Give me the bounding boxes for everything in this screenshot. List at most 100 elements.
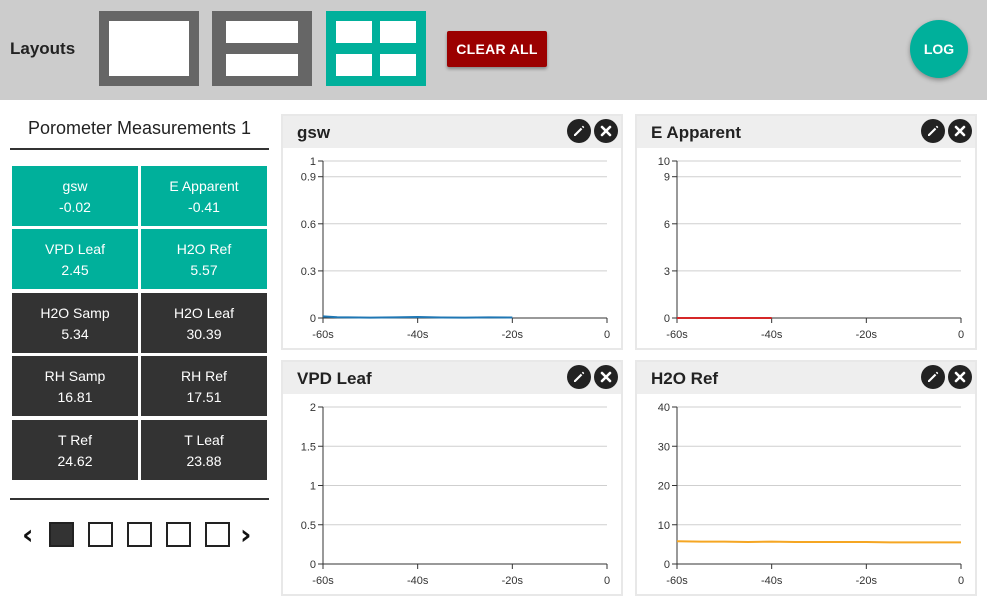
chart-card-e-apparent: E Apparent 0 3 6 9 10 -60s -40s -20s 0 — [635, 114, 977, 350]
chart-header: gsw — [283, 116, 621, 148]
toolbar: Layouts CLEAR ALL LOG — [0, 0, 987, 100]
y-tick-label: 3 — [664, 266, 670, 278]
tile-value: 16.81 — [57, 389, 93, 405]
x-tick-label: -20s — [856, 575, 878, 587]
pencil-icon[interactable] — [921, 119, 945, 143]
tile-value: 5.34 — [61, 326, 89, 342]
page-indicator-4[interactable] — [166, 522, 191, 547]
chart-title: E Apparent — [651, 123, 742, 142]
x-tick-label: 0 — [604, 329, 610, 341]
tile-t-leaf[interactable]: T Leaf 23.88 — [141, 420, 267, 480]
chart-plot: 0 10 20 30 40 -60s -40s -20s 0 — [658, 402, 964, 587]
layout-quad-button[interactable] — [326, 11, 426, 86]
tile-label: H2O Leaf — [174, 305, 234, 321]
log-button[interactable]: LOG — [910, 20, 968, 78]
layout-pane — [380, 54, 416, 76]
chart-card-vpd-leaf: VPD Leaf 0 0.5 1 1.5 2 -60s -40s -20s 0 — [281, 360, 623, 596]
tile-e-apparent[interactable]: E Apparent -0.41 — [141, 166, 267, 226]
x-tick-label: 0 — [604, 575, 610, 587]
page-indicator-5[interactable] — [205, 522, 230, 547]
x-tick-label: -40s — [407, 329, 429, 341]
x-tick-label: -60s — [666, 575, 688, 587]
layout-single-button[interactable] — [99, 11, 199, 86]
chevron-left-icon[interactable]: ‹ — [22, 521, 34, 549]
divider — [10, 498, 269, 500]
y-tick-label: 0 — [310, 559, 316, 571]
y-tick-label: 9 — [664, 172, 670, 184]
pencil-icon[interactable] — [921, 365, 945, 389]
x-tick-label: -60s — [312, 575, 334, 587]
layout-pane — [226, 21, 298, 43]
tile-value: 24.62 — [57, 453, 93, 469]
tile-t-ref[interactable]: T Ref 24.62 — [12, 420, 138, 480]
tile-label: gsw — [62, 178, 88, 194]
x-tick-label: -20s — [856, 329, 878, 341]
tile-gsw[interactable]: gsw -0.02 — [12, 166, 138, 226]
pencil-icon[interactable] — [567, 365, 591, 389]
chart-plot: 0 3 6 9 10 -60s -40s -20s 0 — [658, 156, 964, 341]
tile-value: 5.57 — [190, 262, 218, 278]
x-tick-label: 0 — [958, 575, 964, 587]
layout-pane — [226, 54, 298, 76]
y-tick-label: 10 — [658, 520, 670, 532]
series-line — [676, 540, 961, 544]
layout-pane — [380, 21, 416, 43]
chart-header: VPD Leaf — [283, 362, 621, 394]
layout-pane — [336, 54, 372, 76]
x-tick-label: -20s — [502, 329, 524, 341]
x-tick-label: -40s — [761, 329, 783, 341]
close-icon[interactable] — [594, 119, 618, 143]
clear-all-button[interactable]: CLEAR ALL — [447, 31, 547, 67]
tile-label: T Ref — [58, 432, 92, 448]
toolbar-title: Layouts — [10, 39, 76, 58]
chart-header: H2O Ref — [637, 362, 975, 394]
chart-plot: 0 0.5 1 1.5 2 -60s -40s -20s 0 — [301, 402, 610, 587]
y-tick-label: 0.9 — [301, 172, 316, 184]
chart-title: H2O Ref — [651, 369, 719, 388]
tile-label: RH Ref — [181, 368, 227, 384]
close-icon[interactable] — [948, 365, 972, 389]
tile-h2o-leaf[interactable]: H2O Leaf 30.39 — [141, 293, 267, 353]
page-indicator-2[interactable] — [88, 522, 113, 547]
tile-h2o-ref[interactable]: H2O Ref 5.57 — [141, 229, 267, 289]
chevron-right-icon[interactable]: › — [240, 521, 252, 549]
y-tick-label: 1 — [310, 481, 316, 493]
tile-label: T Leaf — [184, 432, 224, 448]
x-tick-label: 0 — [958, 329, 964, 341]
y-tick-label: 1 — [310, 156, 316, 168]
y-tick-label: 20 — [658, 481, 670, 493]
chart-card-gsw: gsw 0 0.3 0.6 0.9 1 -60s -40s -20s 0 — [281, 114, 623, 350]
page-indicator-1[interactable] — [49, 522, 74, 547]
y-tick-label: 1.5 — [301, 441, 316, 453]
tile-value: 23.88 — [186, 453, 222, 469]
tile-value: -0.41 — [188, 199, 220, 215]
pencil-icon[interactable] — [567, 119, 591, 143]
x-tick-label: -40s — [761, 575, 783, 587]
x-tick-label: -40s — [407, 575, 429, 587]
y-tick-label: 0.6 — [301, 219, 316, 231]
y-tick-label: 2 — [310, 402, 316, 414]
tile-label: E Apparent — [169, 178, 239, 194]
tile-h2o-samp[interactable]: H2O Samp 5.34 — [12, 293, 138, 353]
page-indicator-3[interactable] — [127, 522, 152, 547]
x-tick-label: -20s — [502, 575, 524, 587]
x-tick-label: -60s — [312, 329, 334, 341]
tile-rh-samp[interactable]: RH Samp 16.81 — [12, 356, 138, 416]
close-icon[interactable] — [594, 365, 618, 389]
series-line — [322, 315, 513, 319]
layout-pane — [336, 21, 372, 43]
tile-rh-ref[interactable]: RH Ref 17.51 — [141, 356, 267, 416]
y-tick-label: 6 — [664, 219, 670, 231]
tile-value: 2.45 — [61, 262, 89, 278]
y-tick-label: 0 — [664, 559, 670, 571]
close-icon[interactable] — [948, 119, 972, 143]
chart-card-h2o-ref: H2O Ref 0 10 20 30 40 -60s -40s -20s 0 — [635, 360, 977, 596]
chart-title: gsw — [297, 123, 331, 142]
tile-vpd-leaf[interactable]: VPD Leaf 2.45 — [12, 229, 138, 289]
y-tick-label: 30 — [658, 441, 670, 453]
y-tick-label: 0.5 — [301, 520, 316, 532]
layout-split-button[interactable] — [212, 11, 312, 86]
y-tick-label: 10 — [658, 156, 670, 168]
tile-label: H2O Samp — [40, 305, 110, 321]
y-tick-label: 0.3 — [301, 266, 316, 278]
